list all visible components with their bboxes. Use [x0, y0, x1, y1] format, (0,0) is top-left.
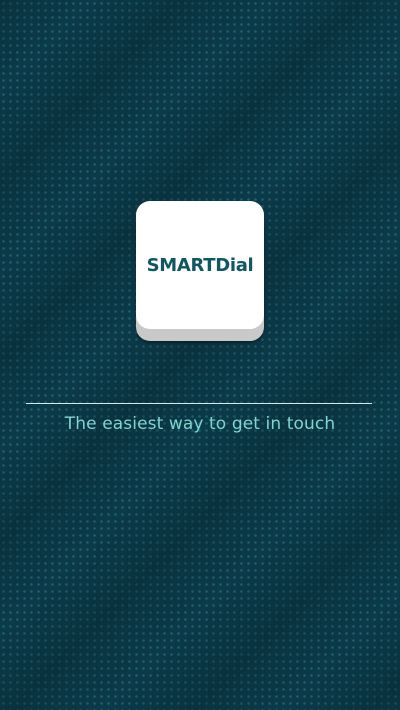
app-logo-card: SMARTDial	[136, 201, 264, 329]
splash-screen: { "app": { "logo_text": "SMARTDial", "ta…	[0, 0, 400, 710]
tagline: The easiest way to get in touch	[64, 414, 336, 434]
divider-line	[26, 403, 372, 404]
background-shading	[0, 0, 400, 710]
app-logo-text: SMARTDial	[146, 254, 254, 276]
